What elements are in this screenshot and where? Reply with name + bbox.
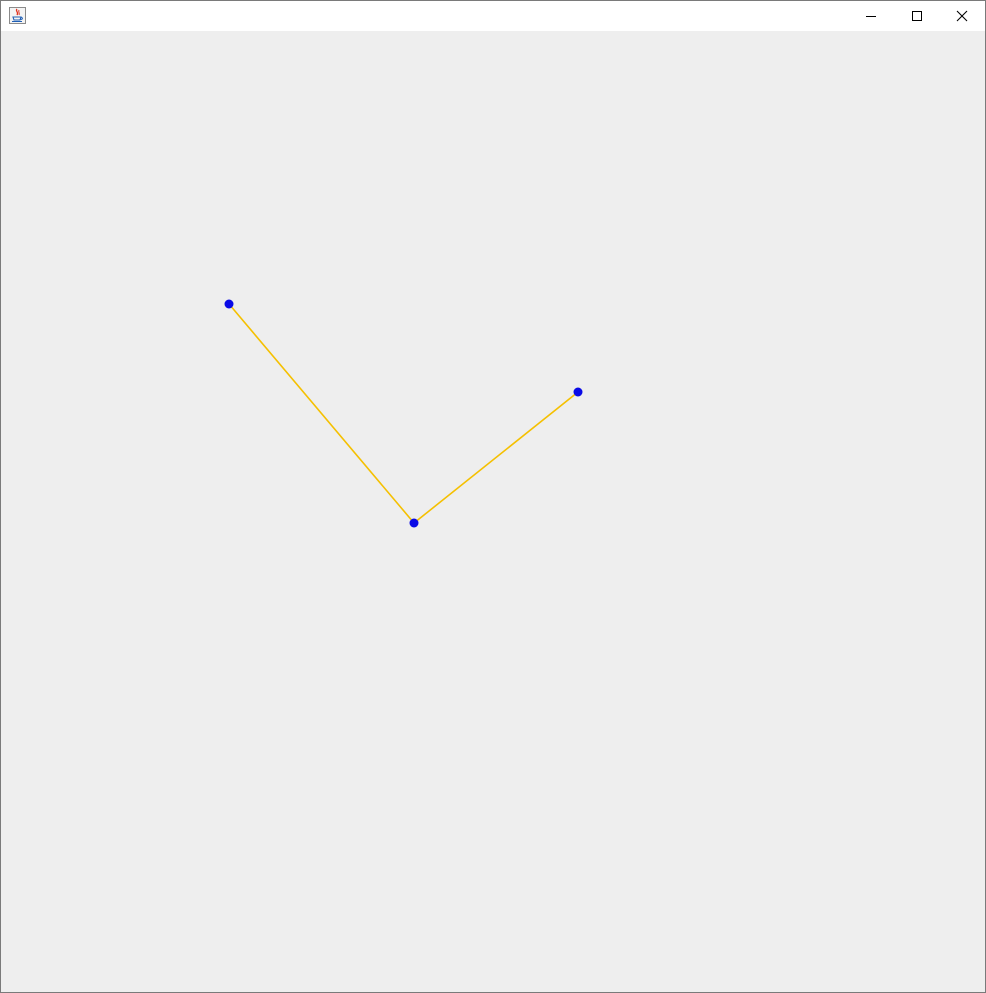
minimize-icon	[865, 7, 877, 26]
title-bar[interactable]	[1, 1, 985, 31]
minimize-button[interactable]	[848, 1, 894, 31]
control-point[interactable]	[573, 387, 583, 397]
control-point[interactable]	[224, 299, 234, 309]
drawing-surface[interactable]	[1, 31, 985, 992]
close-button[interactable]	[939, 1, 985, 31]
line-segment	[228, 303, 415, 524]
drawing-canvas[interactable]	[1, 31, 985, 992]
line-segment	[413, 391, 579, 524]
close-icon	[956, 7, 968, 26]
app-window	[0, 0, 986, 993]
java-app-icon[interactable]	[9, 7, 26, 24]
maximize-icon	[911, 7, 923, 26]
control-point[interactable]	[409, 518, 419, 528]
maximize-button[interactable]	[894, 1, 940, 31]
